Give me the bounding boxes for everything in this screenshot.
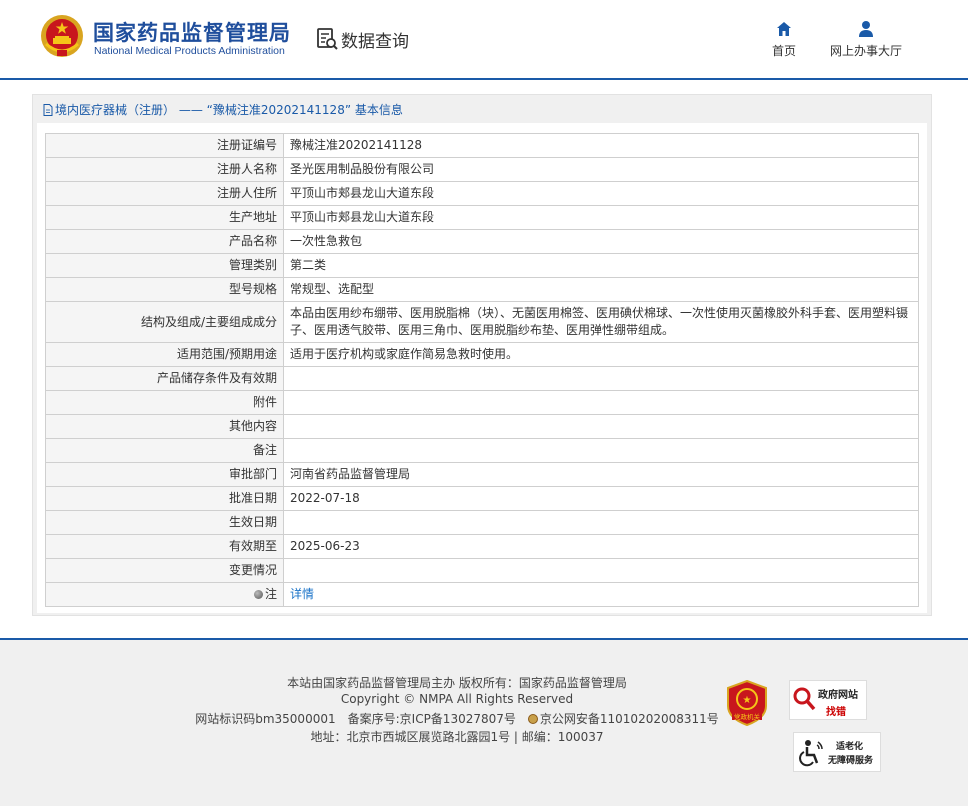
table-row: 生产地址 平顶山市郏县龙山大道东段 bbox=[45, 205, 919, 230]
field-value: 详情 bbox=[283, 582, 919, 607]
field-value: 适用于医疗机构或家庭作简易急救时使用。 bbox=[283, 342, 919, 367]
accessibility-icon bbox=[799, 740, 823, 767]
panel-title: 境内医疗器械（注册） —— “豫械注准20202141128” 基本信息 bbox=[43, 101, 403, 118]
field-value: 2025-06-23 bbox=[283, 534, 919, 559]
field-key: 生产地址 bbox=[45, 205, 284, 230]
field-key: 注册证编号 bbox=[45, 133, 284, 158]
field-value bbox=[283, 510, 919, 535]
nav-hall-label: 网上办事大厅 bbox=[829, 44, 902, 58]
acc-badge-line1: 适老化 bbox=[836, 742, 864, 752]
footer-copyright: Copyright © NMPA All Rights Reserved bbox=[340, 692, 574, 706]
field-key: 适用范围/预期用途 bbox=[45, 342, 284, 367]
field-value: 圣光医用制品股份有限公司 bbox=[283, 157, 919, 182]
table-row: 其他内容 bbox=[45, 414, 919, 439]
details-link[interactable]: 详情 bbox=[290, 587, 314, 601]
table-row: 型号规格 常规型、选配型 bbox=[45, 277, 919, 302]
party-government-badge[interactable]: ★ 党政机关 bbox=[726, 680, 768, 726]
field-value: 平顶山市郏县龙山大道东段 bbox=[283, 181, 919, 206]
field-key: 审批部门 bbox=[45, 462, 284, 487]
field-key: 变更情况 bbox=[45, 558, 284, 583]
field-value bbox=[283, 414, 919, 439]
field-key: 结构及组成/主要组成成分 bbox=[45, 301, 284, 343]
table-row: 审批部门 河南省药品监督管理局 bbox=[45, 462, 919, 487]
gov-badge-line2: 找错 bbox=[826, 707, 846, 718]
field-value: 平顶山市郏县龙山大道东段 bbox=[283, 205, 919, 230]
module-title-label: 数据查询 bbox=[341, 31, 409, 52]
note-icon bbox=[253, 590, 263, 599]
table-row: 注册证编号 豫械注准20202141128 bbox=[45, 133, 919, 158]
panel-body: 注册证编号 豫械注准20202141128 注册人名称 圣光医用制品股份有限公司 注册人… bbox=[37, 123, 927, 613]
field-value bbox=[283, 366, 919, 391]
magnifier-icon bbox=[793, 687, 816, 711]
field-value: 2022-07-18 bbox=[283, 486, 919, 511]
record-panel: 境内医疗器械（注册） —— “豫械注准20202141128” 基本信息 注册证… bbox=[32, 94, 932, 616]
field-value: 第二类 bbox=[283, 253, 919, 278]
table-row: 结构及组成/主要组成成分 本品由医用纱布绷带、医用脱脂棉（块）、无菌医用棉签、医用… bbox=[45, 301, 919, 343]
footer-registration: 网站标识码bm35000001 备案序号:京ICP备13027807号 京公网安备1… bbox=[180, 710, 734, 727]
svg-text:★: ★ bbox=[743, 695, 752, 706]
field-key: 型号规格 bbox=[45, 277, 284, 302]
table-row: 管理类别 第二类 bbox=[45, 253, 919, 278]
svg-text:党政机关: 党政机关 bbox=[734, 712, 761, 721]
field-value: 一次性急救包 bbox=[283, 229, 919, 254]
field-key: 产品名称 bbox=[45, 229, 284, 254]
field-key: 生效日期 bbox=[45, 510, 284, 535]
field-key: 其他内容 bbox=[45, 414, 284, 439]
table-row: 产品储存条件及有效期 bbox=[45, 366, 919, 391]
table-row: 备注 bbox=[45, 438, 919, 463]
note-key-label: 注 bbox=[264, 587, 277, 601]
nav-home-label: 首页 bbox=[771, 44, 796, 58]
footer-address: 地址：北京市西城区展览路北露园1号 | 邮编：100037 bbox=[310, 730, 604, 744]
info-table: 注册证编号 豫械注准20202141128 注册人名称 圣光医用制品股份有限公司 注册人… bbox=[45, 133, 919, 607]
site-header: 国家药品监督管理局 National Medical Products Admi… bbox=[0, 0, 968, 80]
brand-name-en: National Medical Products Administration bbox=[94, 45, 285, 57]
field-key: 注册人名称 bbox=[45, 157, 284, 182]
table-row: 注 详情 bbox=[45, 582, 919, 607]
field-value: 河南省药品监督管理局 bbox=[283, 462, 919, 487]
document-icon bbox=[43, 103, 53, 116]
police-badge-icon bbox=[527, 714, 538, 724]
table-row: 有效期至 2025-06-23 bbox=[45, 534, 919, 559]
panel-title-text: 境内医疗器械（注册） —— “豫械注准20202141128” 基本信息 bbox=[55, 103, 403, 117]
home-icon bbox=[777, 22, 791, 36]
footer-sponsor: 本站由国家药品监督管理局主办 版权所有：国家药品监督管理局 bbox=[287, 676, 627, 690]
field-value: 豫械注准20202141128 bbox=[283, 133, 919, 158]
site-code: 网站标识码bm35000001 bbox=[195, 712, 336, 726]
user-icon bbox=[859, 21, 873, 37]
module-title: 数据查询 bbox=[316, 26, 409, 52]
icp-link[interactable]: 备案序号:京ICP备13027807号 bbox=[348, 712, 516, 726]
field-value bbox=[283, 438, 919, 463]
field-key: 管理类别 bbox=[45, 253, 284, 278]
nav-online-service-hall[interactable]: 网上办事大厅 bbox=[826, 20, 906, 59]
field-value: 本品由医用纱布绷带、医用脱脂棉（块）、无菌医用棉签、医用碘伏棉球、一次性使用灭菌… bbox=[283, 301, 919, 343]
acc-badge-line2: 无障碍服务 bbox=[828, 756, 874, 766]
table-row: 注册人名称 圣光医用制品股份有限公司 bbox=[45, 157, 919, 182]
table-row: 产品名称 一次性急救包 bbox=[45, 229, 919, 254]
field-key: 产品储存条件及有效期 bbox=[45, 366, 284, 391]
data-query-icon bbox=[317, 28, 338, 50]
table-row: 生效日期 bbox=[45, 510, 919, 535]
table-row: 附件 bbox=[45, 390, 919, 415]
field-value bbox=[283, 390, 919, 415]
field-key: 注 bbox=[45, 582, 284, 607]
field-key: 批准日期 bbox=[45, 486, 284, 511]
site-footer: 本站由国家药品监督管理局主办 版权所有：国家药品监督管理局 Copyright … bbox=[0, 638, 968, 806]
field-key: 有效期至 bbox=[45, 534, 284, 559]
national-emblem-icon bbox=[41, 15, 83, 57]
table-row: 变更情况 bbox=[45, 558, 919, 583]
brand-name-cn: 国家药品监督管理局 bbox=[93, 21, 291, 45]
field-value: 常规型、选配型 bbox=[283, 277, 919, 302]
accessibility-service-badge[interactable]: 适老化 无障碍服务 bbox=[793, 732, 881, 772]
field-key: 附件 bbox=[45, 390, 284, 415]
gov-badge-line1: 政府网站 bbox=[818, 690, 858, 701]
field-value bbox=[283, 558, 919, 583]
field-key: 注册人住所 bbox=[45, 181, 284, 206]
table-row: 批准日期 2022-07-18 bbox=[45, 486, 919, 511]
nav-home[interactable]: 首页 bbox=[766, 20, 802, 59]
police-link[interactable]: 京公网安备11010202008311号 bbox=[527, 712, 719, 726]
table-row: 适用范围/预期用途 适用于医疗机构或家庭作简易急救时使用。 bbox=[45, 342, 919, 367]
table-row: 注册人住所 平顶山市郏县龙山大道东段 bbox=[45, 181, 919, 206]
gov-site-error-report-badge[interactable]: 政府网站 找错 bbox=[789, 680, 867, 720]
field-key: 备注 bbox=[45, 438, 284, 463]
